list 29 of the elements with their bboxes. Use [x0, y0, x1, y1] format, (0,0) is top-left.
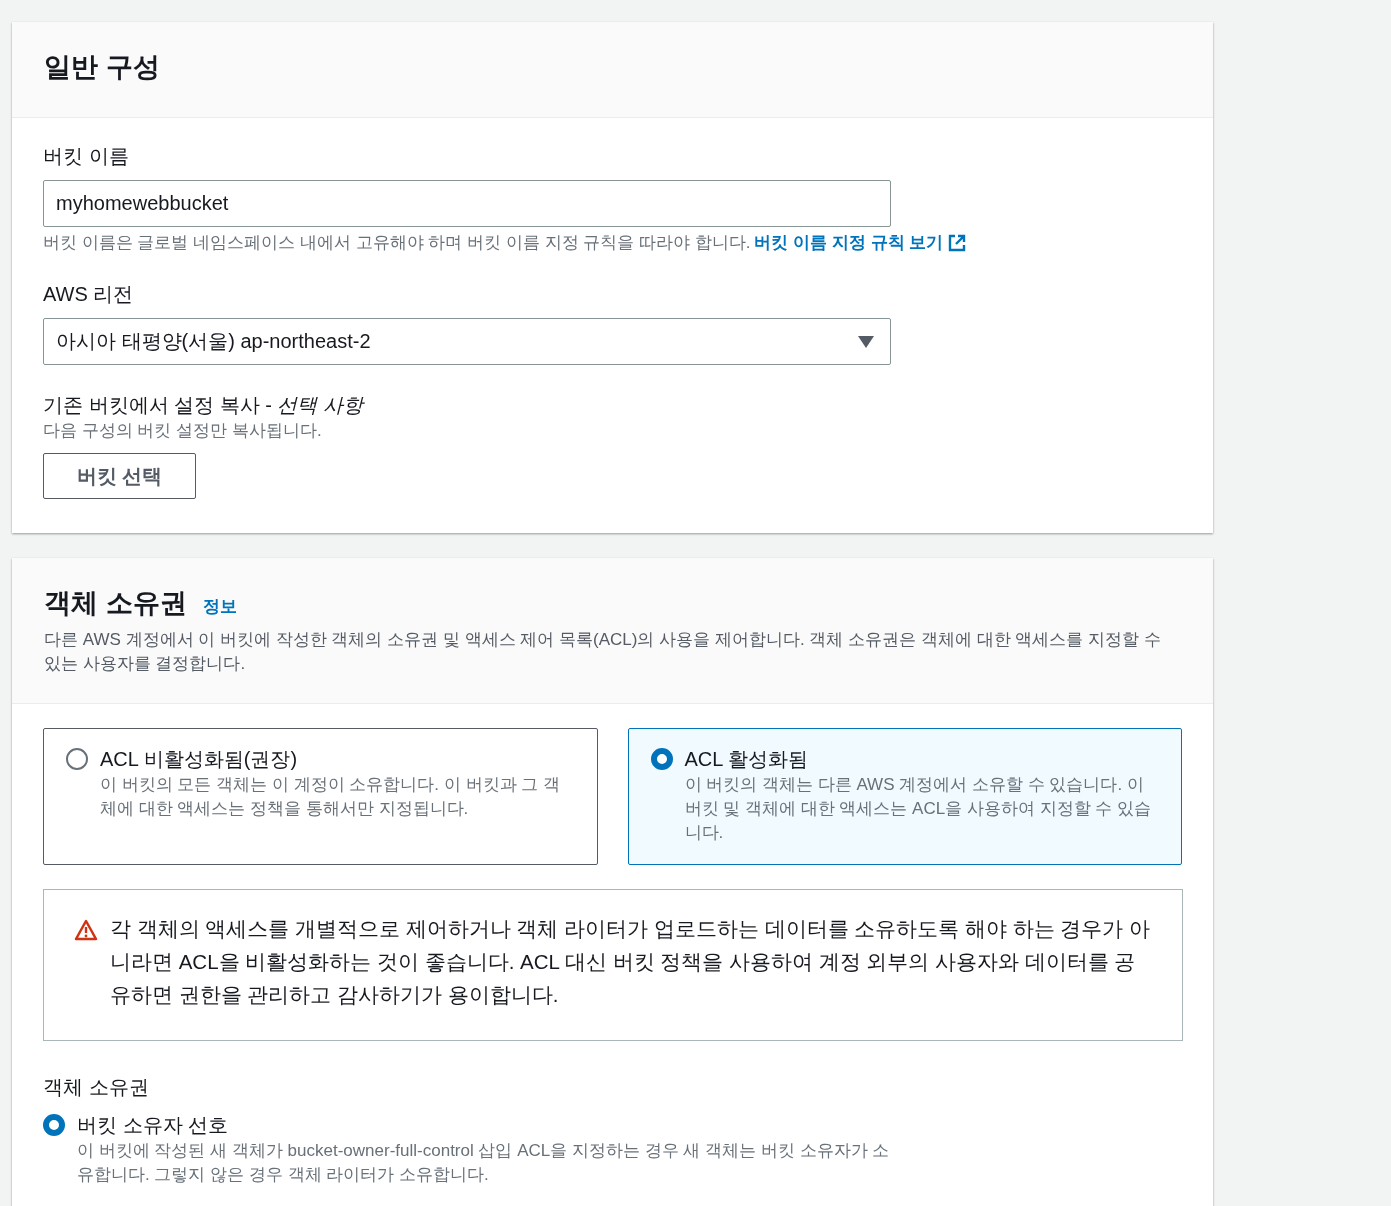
- field-label: 객체 소유권: [43, 1075, 150, 1100]
- section-title: 객체 소유권: [44, 587, 187, 620]
- acl-option-tile[interactable]: ACL 활성화됨 이 버킷의 객체는 다른 AWS 계정에서 소유할 수 있습니다. 이 버킷 및 객체에 대한 액세스는 ACL을 사용하여 지정할 수 있습니다.: [627, 728, 1182, 865]
- acl-option-tile[interactable]: ACL 비활성화됨(권장) 이 버킷의 모든 객체는 이 계정이 소유합니다. 이 버킷과 그 객체에 대한 액세스는 정책을 통해서만 지정됩니다.: [43, 728, 598, 865]
- naming-rules-link[interactable]: 버킷 이름 지정 규칙 보기: [754, 231, 944, 254]
- field-hint: 버킷 이름은 글로벌 네임스페이스 내에서 고유해야 하며 버킷 이름 지정 규칙을 따라야 합니다. 버킷 이름 지정 규칙 보기: [43, 231, 1182, 254]
- option-label: ACL 활성화됨: [684, 747, 810, 772]
- region-dropdown[interactable]: 아시아 태평양(서울) ap-northeast-2: [43, 318, 891, 365]
- caret-down-icon: [858, 335, 874, 348]
- info-link[interactable]: 정보: [202, 595, 237, 618]
- option-description: 이 버킷의 모든 객체는 이 계정이 소유합니다. 이 버킷과 그 객체에 대한 액세스는 정책을 통해서만 지정됩니다.: [100, 774, 561, 820]
- external-link-icon: [947, 232, 968, 253]
- option-description: 이 버킷의 객체는 다른 AWS 계정에서 소유할 수 있습니다. 이 버킷 및 객체에 대한 액세스는 ACL을 사용하여 지정할 수 있습니다.: [684, 774, 1153, 844]
- option-description: 이 버킷에 작성된 새 객체가 bucket-owner-full-control 삽입 ACL을 지정하는 경우 새 객체는 버킷 소유자가 소유합니다. 그렇지 않은 경우 객체 라이터가 소유합니다.: [77, 1140, 891, 1186]
- section-title: 일반 구성: [44, 51, 161, 84]
- warning-icon: [74, 919, 98, 941]
- section-description: 다른 AWS 계정에서 이 버킷에 작성한 객체의 소유권 및 액세스 제어 목록(ACL)의 사용을 제어합니다. 객체 소유권은 객체에 대한 액세스를 지정할 수 있는 사용자를 결정합니다.: [44, 629, 1162, 675]
- radio-button[interactable]: [66, 748, 88, 770]
- choose-bucket-button[interactable]: 버킷 선택: [43, 453, 196, 499]
- bucket-name-input[interactable]: myhomewebbucket: [43, 180, 891, 227]
- option-label: 버킷 소유자 선호: [77, 1113, 230, 1138]
- field-description: 다음 구성의 버킷 설정만 복사됩니다.: [43, 420, 323, 442]
- option-label: ACL 비활성화됨(권장): [100, 747, 299, 772]
- radio-button[interactable]: [43, 1114, 65, 1136]
- radio-button[interactable]: [650, 748, 673, 770]
- warning-text: 각 객체의 액세스를 개별적으로 제어하거나 객체 라이터가 업로드하는 데이터를 소유하도록 해야 하는 경우가 아니라면 ACL을 비활성화하는 것이 좋습니다. ACL 대신 버킷 정책을 사용하여 계정 외부의 사용자와 데이터를 공유하면 권한을 관리하고 감사하기가 용이합니다.: [110, 916, 1152, 1008]
- field-label: AWS 리전: [43, 282, 135, 307]
- field-label: 버킷 이름: [43, 144, 130, 169]
- field-label: 기존 버킷에서 설정 복사 - 선택 사항: [43, 393, 366, 418]
